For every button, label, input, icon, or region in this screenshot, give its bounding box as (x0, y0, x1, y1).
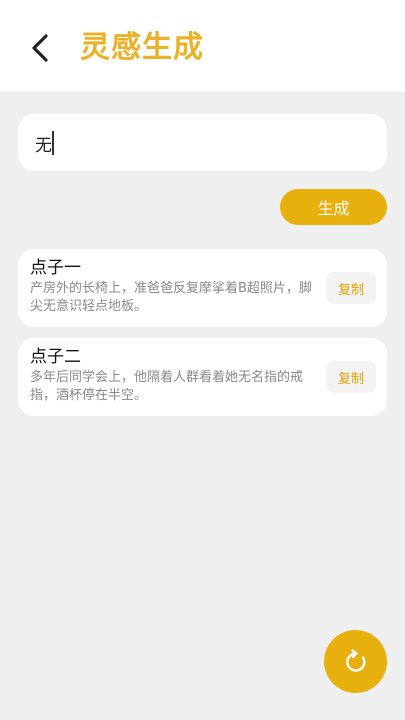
back-button[interactable] (22, 28, 58, 68)
page-title: 灵感生成 (80, 30, 204, 65)
idea-title: 点子二 (30, 347, 81, 367)
prompt-input[interactable] (35, 128, 365, 158)
idea-text: 多年后同学会上，他隔着人群看着她无名指的戒指，酒杯停在半空。 (30, 370, 304, 403)
refresh-icon (345, 648, 365, 672)
copy-button[interactable]: 复制 (326, 361, 376, 393)
text-caret (52, 131, 54, 155)
idea-title: 点子一 (30, 258, 81, 278)
app-screen: 灵感生成 生成 点子一 产房外的长椅上，准爸爸反复摩挲着B超照片，脚尖无意识轻点… (0, 0, 405, 720)
idea-card: 点子二 多年后同学会上，他隔着人群看着她无名指的戒指，酒杯停在半空。 复制 (18, 338, 387, 416)
idea-card: 点子一 产房外的长椅上，准爸爸反复摩挲着B超照片，脚尖无意识轻点地板。 复制 (18, 249, 387, 327)
generate-button[interactable]: 生成 (280, 189, 387, 225)
input-card (18, 114, 387, 171)
copy-button[interactable]: 复制 (326, 272, 376, 304)
idea-text: 产房外的长椅上，准爸爸反复摩挲着B超照片，脚尖无意识轻点地板。 (30, 281, 312, 314)
header-bar: 灵感生成 (0, 0, 405, 92)
refresh-button[interactable] (324, 630, 387, 693)
chevron-left-icon (32, 34, 48, 62)
